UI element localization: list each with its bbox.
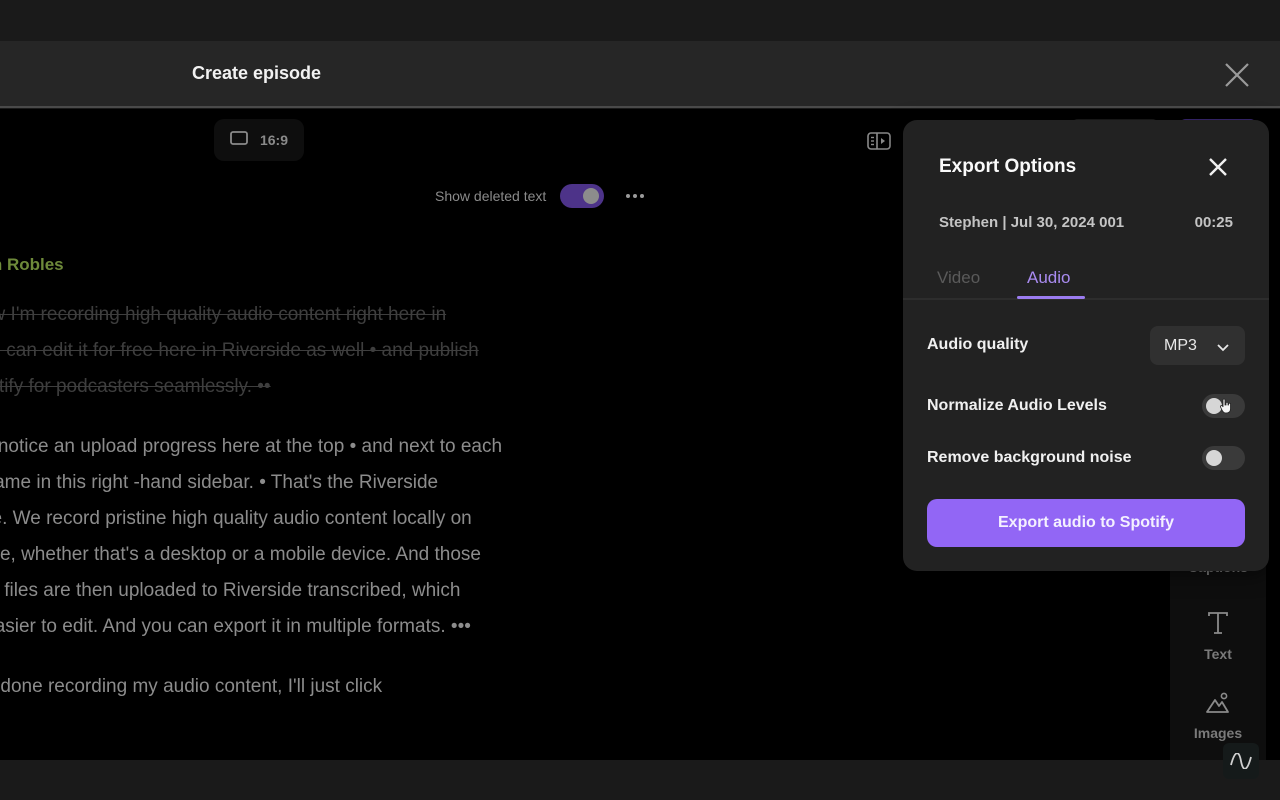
remove-noise-label: Remove background noise (927, 449, 1132, 466)
aspect-ratio-label: 16:9 (259, 132, 289, 148)
bottom-bar (0, 760, 1280, 800)
normalize-audio-label: Normalize Audio Levels (927, 397, 1107, 414)
audio-quality-value: MP3 (1164, 336, 1197, 354)
speaker-name: hen Robles (0, 255, 64, 274)
panel-title: Export Options (939, 156, 1077, 177)
right-tool-rail: Captions Text Images (1170, 539, 1266, 760)
transcript-line: en I'm done recording my audio content, … (0, 676, 383, 697)
chevron-down-icon (1217, 339, 1229, 357)
export-options-panel: Export Options Stephen | Jul 30, 2024 00… (903, 120, 1269, 571)
show-deleted-row: Show deleted text (435, 184, 648, 208)
active-tab-indicator (1017, 296, 1085, 299)
page-title: Create episode (192, 63, 322, 83)
transcript-body[interactable]: nd now I'm recording high quality audio … (0, 297, 644, 729)
aspect-ratio-button[interactable]: 16:9 (214, 119, 304, 161)
more-horizontal-icon[interactable] (622, 190, 648, 202)
window-top-strip (0, 0, 1280, 41)
modal-header: Create episode (0, 41, 1280, 108)
remove-noise-toggle[interactable] (1202, 446, 1245, 470)
transcript-line: r device, whether that's a desktop or a … (0, 544, 481, 565)
waveform-icon[interactable] (1223, 743, 1259, 779)
transcript-line: quality files are then uploaded to River… (0, 580, 461, 601)
images-icon (1206, 692, 1230, 719)
export-tabs: Video Audio (903, 260, 1269, 300)
transcript-paragraph[interactable]: en I'm done recording my audio content, … (0, 669, 644, 705)
show-deleted-label: Show deleted text (435, 188, 547, 204)
transcript-line: to Spotify for podcasters seamlessly. •• (0, 376, 271, 397)
transcript-line: erence. We record pristine high quality … (0, 508, 472, 529)
rail-item-images[interactable]: Images (1170, 692, 1266, 741)
transcript-line: on's name in this right -hand sidebar. •… (0, 472, 439, 493)
recording-name: Stephen | Jul 30, 2024 001 (939, 214, 1125, 231)
layout-toggle-icon[interactable] (867, 131, 891, 151)
show-deleted-toggle[interactable] (560, 184, 605, 208)
close-icon[interactable] (1222, 60, 1252, 90)
transcript-paragraph-deleted[interactable]: nd now I'm recording high quality audio … (0, 297, 644, 405)
tab-video[interactable]: Video (937, 268, 980, 288)
tab-audio[interactable]: Audio (1027, 268, 1070, 288)
transcript-line: rside. I can edit it for free here in Ri… (0, 340, 479, 361)
text-icon (1207, 611, 1229, 640)
transcript-paragraph[interactable]: ll also notice an upload progress here a… (0, 429, 644, 645)
rectangle-icon (230, 130, 248, 150)
audio-quality-select[interactable]: MP3 (1150, 326, 1245, 365)
hand-cursor-icon (1220, 398, 1232, 414)
rail-item-text[interactable]: Text (1170, 611, 1266, 662)
transcript-line: ll also notice an upload progress here a… (0, 436, 503, 457)
toggle-knob (1206, 450, 1222, 466)
transcript-line: es it easier to edit. And you can export… (0, 616, 471, 637)
audio-quality-label: Audio quality (927, 336, 1029, 353)
recording-duration: 00:25 (1194, 214, 1233, 231)
close-icon[interactable] (1207, 156, 1229, 178)
export-audio-button[interactable]: Export audio to Spotify (927, 499, 1245, 547)
toggle-knob (583, 188, 600, 204)
rail-item-label: Text (1204, 646, 1232, 662)
transcript-line: nd now I'm recording high quality audio … (0, 304, 447, 325)
rail-item-label: Images (1193, 725, 1243, 741)
